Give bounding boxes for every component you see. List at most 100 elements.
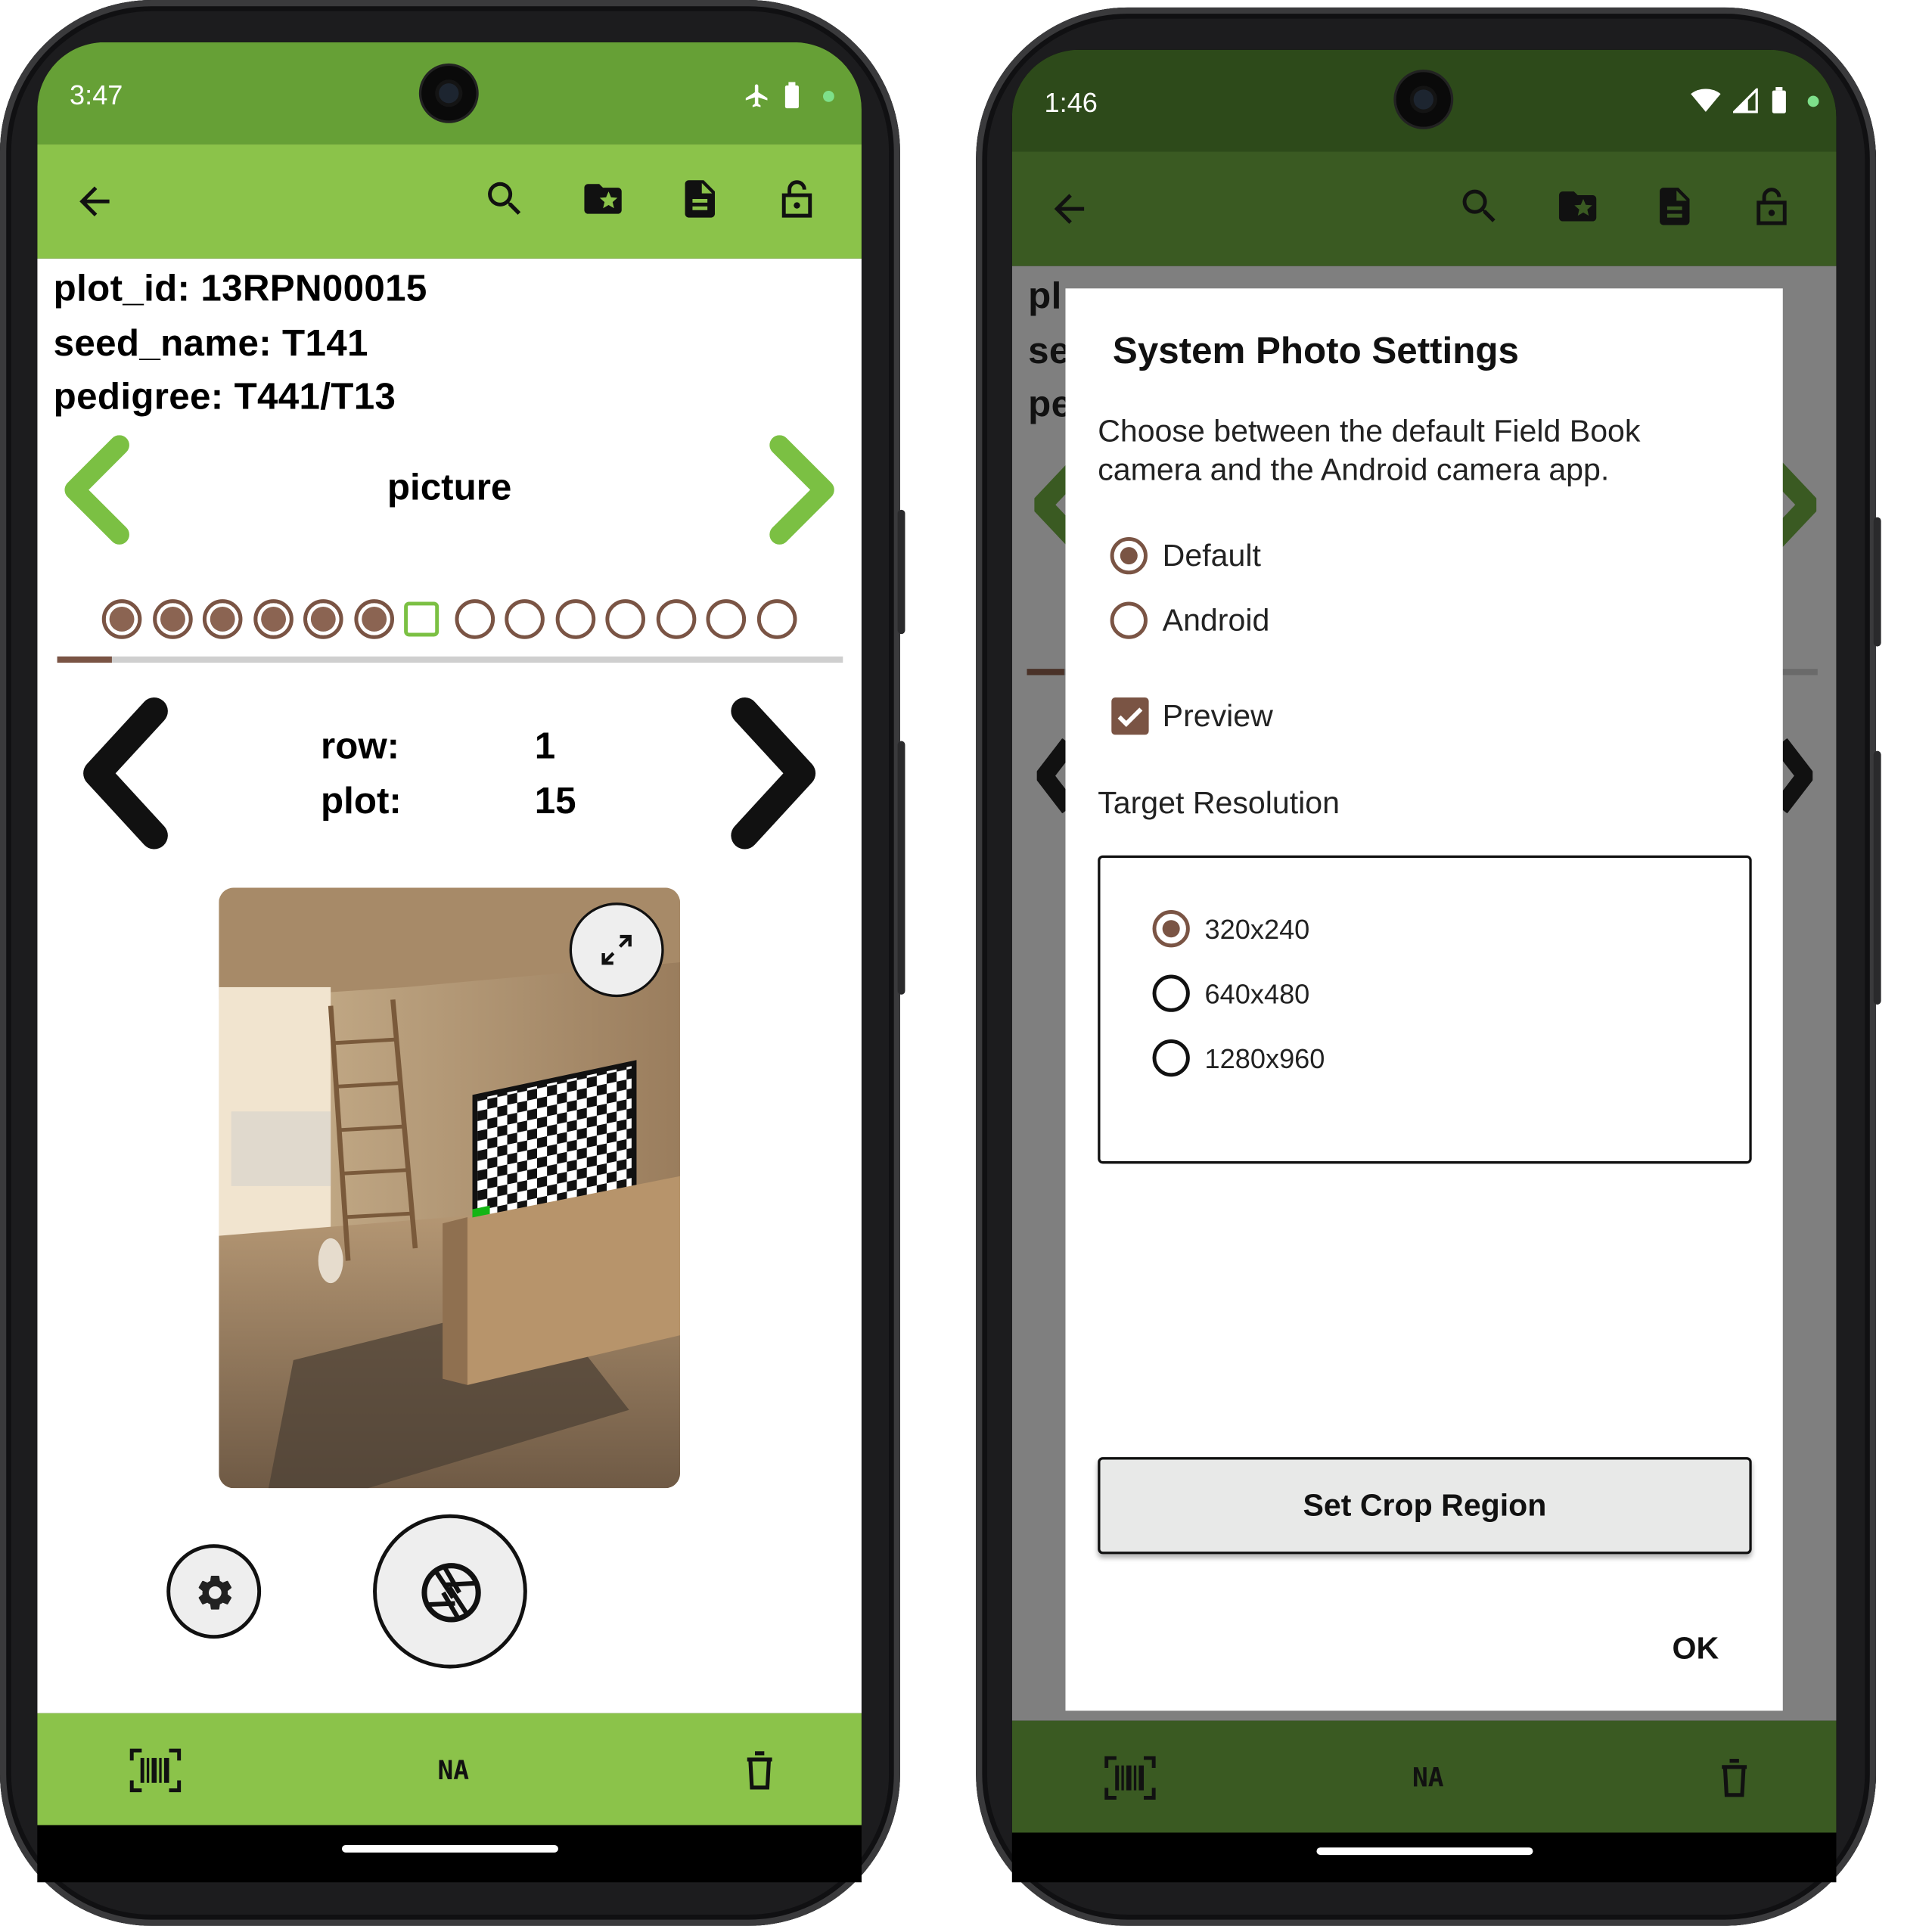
notification-dot <box>1807 95 1819 107</box>
seed-name-info: seed_name: T141 <box>53 323 368 365</box>
left-bottom-bar: NA <box>37 1713 862 1825</box>
plot-label: plot: <box>321 781 402 822</box>
battery-icon <box>1772 87 1786 113</box>
front-camera <box>421 66 477 121</box>
ok-button[interactable]: OK <box>1673 1631 1719 1667</box>
right-volume-button <box>1873 750 1881 1005</box>
left-content: plot_id: 13RPN00015 seed_name: T141 pedi… <box>37 258 862 1713</box>
search-icon[interactable] <box>483 176 527 221</box>
trait-dot[interactable] <box>706 599 747 639</box>
right-power-button <box>1873 517 1881 647</box>
settings-button[interactable] <box>166 1544 262 1639</box>
status-time: 1:46 <box>1044 87 1098 119</box>
resolution-option-radio[interactable] <box>1152 910 1190 948</box>
trait-dot[interactable] <box>303 599 343 639</box>
camera-option-radio[interactable] <box>1110 601 1148 639</box>
row-value: 1 <box>534 725 556 768</box>
preview-checkbox[interactable] <box>1111 697 1149 735</box>
right-screen: 1:46 pl se pe NA System Photo Settings C… <box>1011 49 1837 1883</box>
resolution-option-label: 1280x960 <box>1204 1042 1325 1074</box>
na-button: NA <box>1412 1763 1444 1793</box>
right-toolbar <box>1011 151 1837 266</box>
camera-shutter-icon <box>421 1563 481 1623</box>
next-plot-chevron-dimmed <box>1782 738 1813 813</box>
airplane-icon <box>745 84 768 107</box>
preview-label: Preview <box>1162 698 1273 734</box>
dialog-title: System Photo Settings <box>1112 331 1519 372</box>
seed-name-info-dimmed: se <box>1028 331 1070 372</box>
back-arrow-icon[interactable] <box>1047 187 1092 231</box>
trait-dot[interactable] <box>353 599 394 639</box>
folder-star-icon[interactable] <box>581 176 626 221</box>
back-arrow-icon[interactable] <box>72 179 116 224</box>
resolution-option-radio[interactable] <box>1152 974 1190 1012</box>
set-crop-region-button[interactable]: Set Crop Region <box>1098 1457 1752 1555</box>
resolution-group: 320x240 640x480 1280x960 <box>1098 855 1752 1164</box>
trait-dot[interactable] <box>605 599 645 639</box>
left-volume-button <box>897 741 905 995</box>
right-phone-frame: 1:46 pl se pe NA System Photo Settings C… <box>976 7 1881 1926</box>
trash-icon[interactable] <box>741 1748 778 1793</box>
document-icon[interactable] <box>678 176 722 221</box>
status-time: 3:47 <box>70 79 123 111</box>
status-icons <box>1691 87 1819 114</box>
status-icons <box>744 82 834 109</box>
trait-dot[interactable] <box>505 599 545 639</box>
camera-option-label: Default <box>1162 538 1261 573</box>
unlock-icon[interactable] <box>775 176 819 221</box>
plot-id-info-dimmed: pl <box>1028 275 1062 318</box>
checkmark-icon <box>1117 707 1143 727</box>
trait-dot[interactable] <box>101 599 142 639</box>
trait-dot[interactable] <box>253 599 294 639</box>
camera-option-label: Android <box>1162 603 1270 638</box>
left-power-button <box>897 509 905 635</box>
resolution-option-radio[interactable] <box>1152 1039 1190 1077</box>
trait-dot[interactable] <box>655 599 696 639</box>
trait-dot[interactable] <box>152 599 192 639</box>
dialog-description: Choose between the default Field Book ca… <box>1098 414 1641 488</box>
next-plot-chevron-icon[interactable] <box>725 696 824 850</box>
system-photo-settings-dialog: System Photo Settings Choose between the… <box>1065 288 1783 1711</box>
photo-preview[interactable] <box>219 887 680 1489</box>
trait-dot[interactable] <box>756 599 797 639</box>
left-home-indicator <box>341 1844 558 1853</box>
resolution-option-label: 320x240 <box>1204 913 1310 946</box>
document-icon[interactable] <box>1652 184 1697 228</box>
front-camera <box>1396 72 1451 127</box>
pedigree-info: pedigree: T441/T13 <box>53 376 396 418</box>
right-bottom-bar: NA <box>1011 1720 1837 1833</box>
resolution-option-label: 640x480 <box>1204 978 1310 1010</box>
left-phone-frame: 3:47 plot_id: 13RPN00015 seed_name: T141… <box>0 0 905 1926</box>
notification-dot <box>822 90 834 101</box>
search-icon[interactable] <box>1457 184 1502 228</box>
progress-bar <box>57 656 843 663</box>
row-label: row: <box>321 725 400 768</box>
previous-plot-chevron-icon[interactable] <box>75 696 174 850</box>
trait-dot[interactable] <box>554 599 595 639</box>
trait-name: picture <box>387 467 512 509</box>
barcode-icon[interactable] <box>129 1748 182 1793</box>
gear-icon <box>198 1575 232 1610</box>
unlock-icon[interactable] <box>1749 184 1794 228</box>
previous-plot-chevron-dimmed <box>1036 738 1067 813</box>
plot-value: 15 <box>534 781 576 822</box>
right-home-indicator <box>1316 1847 1533 1856</box>
folder-star-icon[interactable] <box>1555 184 1600 228</box>
chevron-right-icon[interactable] <box>767 435 839 545</box>
camera-option-radio[interactable] <box>1110 536 1148 575</box>
battery-icon <box>784 82 799 109</box>
chevron-right-icon-dimmed <box>1778 458 1817 551</box>
left-screen: 3:47 plot_id: 13RPN00015 seed_name: T141… <box>37 42 862 1883</box>
capture-button[interactable] <box>373 1514 527 1669</box>
left-toolbar <box>37 144 862 259</box>
na-button[interactable]: NA <box>438 1756 470 1785</box>
set-crop-region-label: Set Crop Region <box>1303 1487 1547 1523</box>
trait-dot[interactable] <box>404 601 440 637</box>
expand-button[interactable] <box>569 902 664 998</box>
left-status-bar: 3:47 <box>37 42 862 144</box>
signal-icon <box>1733 88 1758 113</box>
plot-id-info: plot_id: 13RPN00015 <box>53 268 427 310</box>
trait-dot[interactable] <box>202 599 243 639</box>
trait-dot[interactable] <box>454 599 495 639</box>
trash-icon <box>1722 1759 1747 1797</box>
